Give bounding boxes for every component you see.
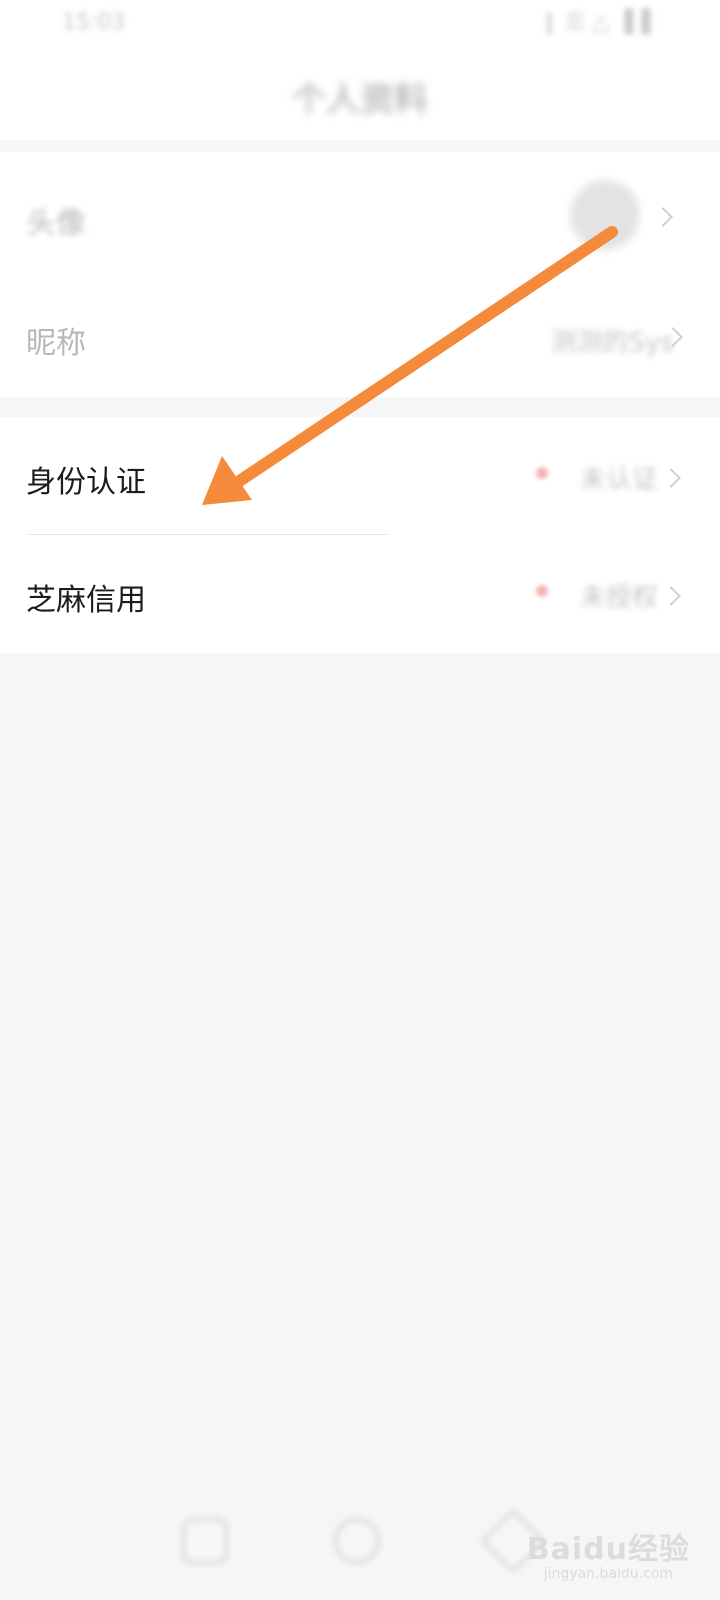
nickname-row[interactable]: 昵称 测测的Sys [0,282,720,397]
avatar[interactable] [570,180,640,250]
avatar-row[interactable]: 头像 [0,152,720,282]
chevron-right-icon [661,468,681,488]
identity-verification-label: 身份认证 [26,465,146,500]
watermark-url: jingyan.baidu.com [543,1566,673,1582]
sesame-credit-row[interactable]: 芝麻信用 未授权 [0,535,720,653]
nickname-label: 昵称 [26,326,86,361]
circle-icon[interactable] [334,1518,380,1564]
page-title: 个人资料 [292,80,428,120]
verification-group: 身份认证 未认证 芝麻信用 未授权 [0,417,720,653]
profile-group: 头像 昵称 测测的Sys [0,152,720,397]
status-dot-icon [536,467,548,479]
status-time: 15:03 [62,10,126,35]
watermark-logo: Baidu经验 [526,1532,690,1567]
screen: 15:03 ❙ ☰ △ ▐▐ 个人资料 头像 昵称 测测的Sys 身份认证 未认… [0,0,720,1600]
watermark: Baidu经验 jingyan.baidu.com [527,1524,690,1582]
status-dot-icon [536,585,548,597]
chevron-right-icon [661,586,681,606]
chevron-right-icon [653,207,673,227]
avatar-label: 头像 [26,206,86,241]
header: 个人资料 [0,50,720,140]
square-icon[interactable] [182,1518,228,1564]
sesame-credit-label: 芝麻信用 [26,583,146,618]
credit-status: 未授权 [579,583,658,613]
status-bar: 15:03 ❙ ☰ △ ▐▐ [0,0,720,50]
identity-status: 未认证 [579,465,658,495]
identity-verification-row[interactable]: 身份认证 未认证 [0,417,720,535]
status-icons: ❙ ☰ △ ▐▐ [540,10,650,35]
nickname-value: 测测的Sys [550,328,674,358]
